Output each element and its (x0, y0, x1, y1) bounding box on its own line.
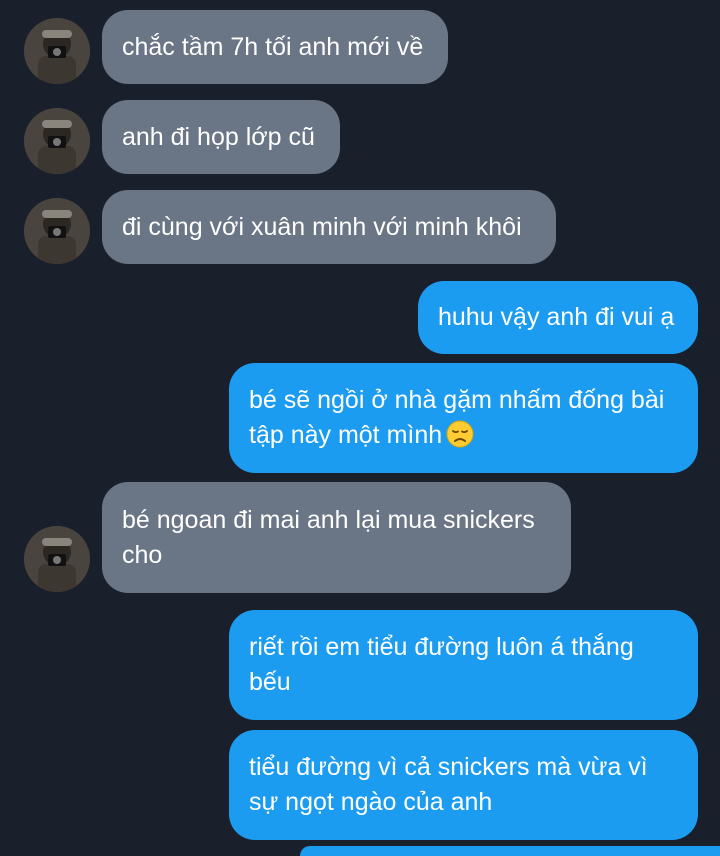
chat-thread: chắc tầm 7h tối anh mới về anh đi họp lớ… (0, 0, 720, 856)
avatar[interactable] (24, 198, 90, 264)
avatar-icon (24, 18, 90, 84)
avatar-icon (24, 526, 90, 592)
message-bubble-outgoing[interactable]: bé sẽ ngồi ở nhà gặm nhấm đống bài tập n… (229, 363, 698, 473)
avatar[interactable] (24, 108, 90, 174)
message-bubble-incoming[interactable]: bé ngoan đi mai anh lại mua snickers cho (102, 482, 571, 593)
message-text: huhu vậy anh đi vui ạ (438, 303, 675, 331)
message-text: đi cùng với xuân minh với minh khôi (122, 212, 522, 241)
message-text-wrap: bé sẽ ngồi ở nhà gặm nhấm đống bài tập n… (249, 383, 678, 453)
message-bubble-outgoing[interactable]: riết rồi em tiểu đường luôn á thắng bếu (229, 610, 698, 720)
avatar[interactable] (24, 18, 90, 84)
avatar[interactable] (24, 526, 90, 592)
message-text: tiểu đường vì cả snickers mà vừa vì sự n… (249, 753, 648, 816)
avatar-icon (24, 198, 90, 264)
message-text: riết rồi em tiểu đường luôn á thắng bếu (249, 633, 634, 696)
message-text: chắc tầm 7h tối anh mới về (122, 32, 424, 61)
message-bubble-incoming[interactable]: anh đi họp lớp cũ (102, 100, 340, 174)
disappointed-face-emoji-icon (446, 420, 474, 448)
message-bubble-outgoing-partial[interactable] (300, 846, 720, 856)
avatar-icon (24, 108, 90, 174)
message-bubble-outgoing[interactable]: tiểu đường vì cả snickers mà vừa vì sự n… (229, 730, 698, 840)
message-bubble-incoming[interactable]: chắc tầm 7h tối anh mới về (102, 10, 448, 84)
message-bubble-incoming[interactable]: đi cùng với xuân minh với minh khôi (102, 190, 556, 264)
message-text: bé ngoan đi mai anh lại mua snickers cho (122, 505, 535, 569)
message-text: anh đi họp lớp cũ (122, 122, 315, 151)
message-bubble-outgoing[interactable]: huhu vậy anh đi vui ạ (418, 281, 698, 354)
